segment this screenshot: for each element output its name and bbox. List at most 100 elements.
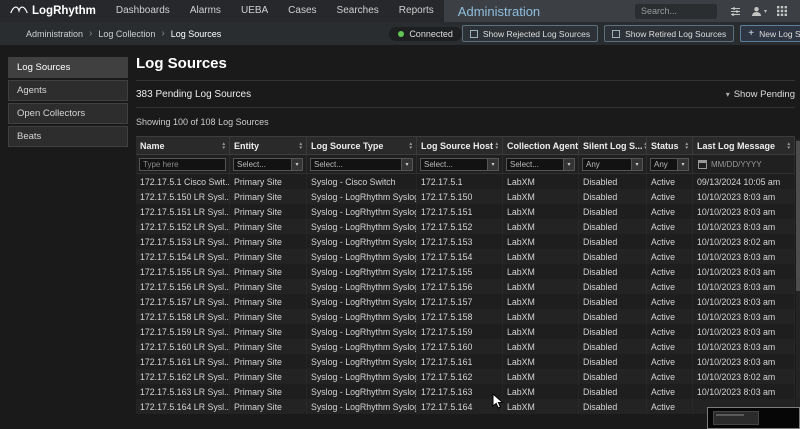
table-cell: LabXM — [503, 174, 579, 189]
nav-item-ueba[interactable]: UEBA — [231, 0, 278, 22]
column-header-name[interactable]: Name▴▾ — [136, 137, 230, 154]
breadcrumb-item-administration[interactable]: Administration — [26, 29, 83, 39]
column-header-entity[interactable]: Entity▴▾ — [230, 137, 307, 154]
table-scrollbar[interactable] — [796, 139, 800, 429]
table-cell: 172.17.5.153 — [417, 234, 503, 249]
table-cell: Syslog - LogRhythm Syslog Ge... — [307, 369, 417, 384]
table-cell: 172.17.5.154 — [417, 249, 503, 264]
show-retired-checkbox[interactable]: Show Retired Log Sources — [604, 25, 734, 42]
table-cell: 10/10/2023 8:03 am — [693, 294, 795, 309]
show-retired-label: Show Retired Log Sources — [625, 29, 726, 39]
table-row[interactable]: 172.17.5.156 LR Sysl...Primary SiteSyslo… — [136, 279, 795, 294]
column-header-last-log-message[interactable]: Last Log Message▴▾ — [693, 137, 795, 154]
nav-item-alarms[interactable]: Alarms — [180, 0, 231, 22]
table-cell: 172.17.5.155 — [417, 264, 503, 279]
table-row[interactable]: 172.17.5.160 LR Sysl...Primary SiteSyslo… — [136, 339, 795, 354]
table-cell: Primary Site — [230, 399, 307, 414]
table-row[interactable]: 172.17.5.161 LR Sysl...Primary SiteSyslo… — [136, 354, 795, 369]
table-cell: 172.17.5.162 LR Sysl... — [136, 369, 230, 384]
table-cell: Primary Site — [230, 219, 307, 234]
sidebar-item-log-sources[interactable]: Log Sources — [8, 57, 128, 78]
name-filter-input[interactable] — [139, 158, 226, 171]
date-filter[interactable]: MM/DD/YYYY — [696, 158, 791, 171]
table-cell: Active — [647, 399, 693, 414]
entity-filter-select[interactable]: Select... ▾ — [233, 158, 303, 171]
show-pending-toggle[interactable]: ▾ Show Pending — [726, 89, 795, 100]
table-row[interactable]: 172.17.5.162 LR Sysl...Primary SiteSyslo… — [136, 369, 795, 384]
table-row[interactable]: 172.17.5.151 LR Sysl...Primary SiteSyslo… — [136, 204, 795, 219]
chevron-down-icon: ▾ — [291, 159, 302, 170]
column-header-silent-log-s[interactable]: Silent Log S...▴▾ — [579, 137, 647, 154]
table-row[interactable]: 172.17.5.157 LR Sysl...Primary SiteSyslo… — [136, 294, 795, 309]
table-row[interactable]: 172.17.5.163 LR Sysl...Primary SiteSyslo… — [136, 384, 795, 399]
select-placeholder: Select... — [424, 160, 453, 169]
table-cell: Active — [647, 339, 693, 354]
nav-item-searches[interactable]: Searches — [327, 0, 389, 22]
table-row[interactable]: 172.17.5.158 LR Sysl...Primary SiteSyslo… — [136, 309, 795, 324]
collection-agent-filter-select[interactable]: Select... ▾ — [506, 158, 575, 171]
sidebar-item-agents[interactable]: Agents — [8, 80, 128, 101]
table-row[interactable]: 172.17.5.1 Cisco Swit...Primary SiteSysl… — [136, 174, 795, 189]
sidebar-item-beats[interactable]: Beats — [8, 126, 128, 147]
table-cell: Active — [647, 189, 693, 204]
sliders-icon[interactable] — [725, 0, 746, 22]
table-row[interactable]: 172.17.5.164 LR Sysl...Primary SiteSyslo… — [136, 399, 795, 414]
subbar-actions: Show Rejected Log Sources Show Retired L… — [462, 25, 800, 42]
sidebar-item-open-collectors[interactable]: Open Collectors — [8, 103, 128, 124]
breadcrumb-item-log-sources[interactable]: Log Sources — [171, 29, 222, 39]
silent-log-filter-select[interactable]: Any ▾ — [582, 158, 643, 171]
nav-item-dashboards[interactable]: Dashboards — [106, 0, 180, 22]
nav-item-cases[interactable]: Cases — [278, 0, 326, 22]
log-source-host-filter-select[interactable]: Select... ▾ — [420, 158, 499, 171]
administration-tab[interactable]: Administration — [458, 4, 540, 19]
column-label: Log Source Type — [311, 141, 383, 151]
user-menu-button[interactable]: ▾ — [746, 0, 772, 22]
show-rejected-checkbox[interactable]: Show Rejected Log Sources — [462, 25, 598, 42]
table-row[interactable]: 172.17.5.153 LR Sysl...Primary SiteSyslo… — [136, 234, 795, 249]
breadcrumb-item-log-collection[interactable]: Log Collection — [98, 29, 155, 39]
table-cell: Syslog - LogRhythm Syslog Ge... — [307, 324, 417, 339]
table-cell: Disabled — [579, 309, 647, 324]
table-body: 172.17.5.1 Cisco Swit...Primary SiteSysl… — [136, 174, 795, 414]
table-cell: Active — [647, 249, 693, 264]
grid-icon[interactable] — [772, 0, 792, 22]
filter-cell: Any ▾ — [579, 155, 647, 173]
table-cell: 172.17.5.164 LR Sysl... — [136, 399, 230, 414]
table-cell: 172.17.5.154 LR Sysl... — [136, 249, 230, 264]
table-cell: Disabled — [579, 249, 647, 264]
table-cell: Primary Site — [230, 279, 307, 294]
top-nav: LogRhythm DashboardsAlarmsUEBACasesSearc… — [0, 0, 800, 22]
table-cell: 172.17.5.151 LR Sysl... — [136, 204, 230, 219]
status-filter-select[interactable]: Any ▾ — [650, 158, 689, 171]
table-cell: Primary Site — [230, 264, 307, 279]
filter-cell: Select... ▾ — [307, 155, 417, 173]
table-cell: 172.17.5.150 — [417, 189, 503, 204]
column-header-status[interactable]: Status▴▾ — [647, 137, 693, 154]
table-cell: LabXM — [503, 204, 579, 219]
table-cell: Primary Site — [230, 249, 307, 264]
table-row[interactable]: 172.17.5.159 LR Sysl...Primary SiteSyslo… — [136, 324, 795, 339]
table-cell: Syslog - Cisco Switch — [307, 174, 417, 189]
topnav-items: DashboardsAlarmsUEBACasesSearchesReports — [106, 0, 444, 22]
table-cell: 172.17.5.159 — [417, 324, 503, 339]
column-header-log-source-type[interactable]: Log Source Type▴▾ — [307, 137, 417, 154]
table-cell: Syslog - LogRhythm Syslog Ge... — [307, 309, 417, 324]
new-log-source-button[interactable]: + New Log Source — [740, 25, 800, 42]
table-cell: LabXM — [503, 294, 579, 309]
nav-item-reports[interactable]: Reports — [389, 0, 444, 22]
table-cell: Syslog - LogRhythm Syslog Ge... — [307, 204, 417, 219]
table-cell: LabXM — [503, 354, 579, 369]
log-source-type-filter-select[interactable]: Select... ▾ — [310, 158, 413, 171]
table-cell: Active — [647, 204, 693, 219]
table-cell: 172.17.5.161 — [417, 354, 503, 369]
scrollbar-thumb[interactable] — [796, 141, 800, 291]
column-header-collection-agent[interactable]: Collection Agent▴▾ — [503, 137, 579, 154]
table-row[interactable]: 172.17.5.154 LR Sysl...Primary SiteSyslo… — [136, 249, 795, 264]
column-header-log-source-host[interactable]: Log Source Host▴▾ — [417, 137, 503, 154]
app-window: LogRhythm DashboardsAlarmsUEBACasesSearc… — [0, 0, 800, 429]
table-row[interactable]: 172.17.5.155 LR Sysl...Primary SiteSyslo… — [136, 264, 795, 279]
table-row[interactable]: 172.17.5.150 LR Sysl...Primary SiteSyslo… — [136, 189, 795, 204]
table-row[interactable]: 172.17.5.152 LR Sysl...Primary SiteSyslo… — [136, 219, 795, 234]
chevron-down-icon: ▾ — [487, 159, 498, 170]
search-input[interactable] — [635, 4, 717, 19]
